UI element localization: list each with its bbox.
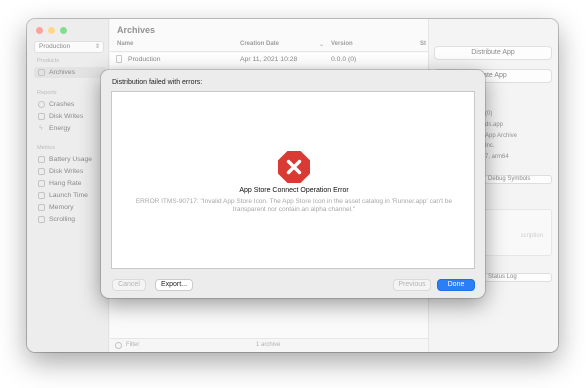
- error-title: App Store Connect Operation Error: [239, 187, 349, 194]
- error-message: ERROR ITMS-90717: "Invalid App Store Ico…: [135, 198, 453, 213]
- error-panel: App Store Connect Operation Error ERROR …: [111, 91, 475, 269]
- sheet-title: Distribution failed with errors:: [112, 79, 203, 86]
- done-button[interactable]: Done: [437, 279, 475, 291]
- error-octagon-icon: [278, 151, 310, 183]
- distribution-error-sheet: Distribution failed with errors: App Sto…: [101, 70, 485, 298]
- cancel-button[interactable]: Cancel: [112, 279, 146, 291]
- export-button[interactable]: Export...: [155, 279, 193, 291]
- previous-button[interactable]: Previous: [393, 279, 431, 291]
